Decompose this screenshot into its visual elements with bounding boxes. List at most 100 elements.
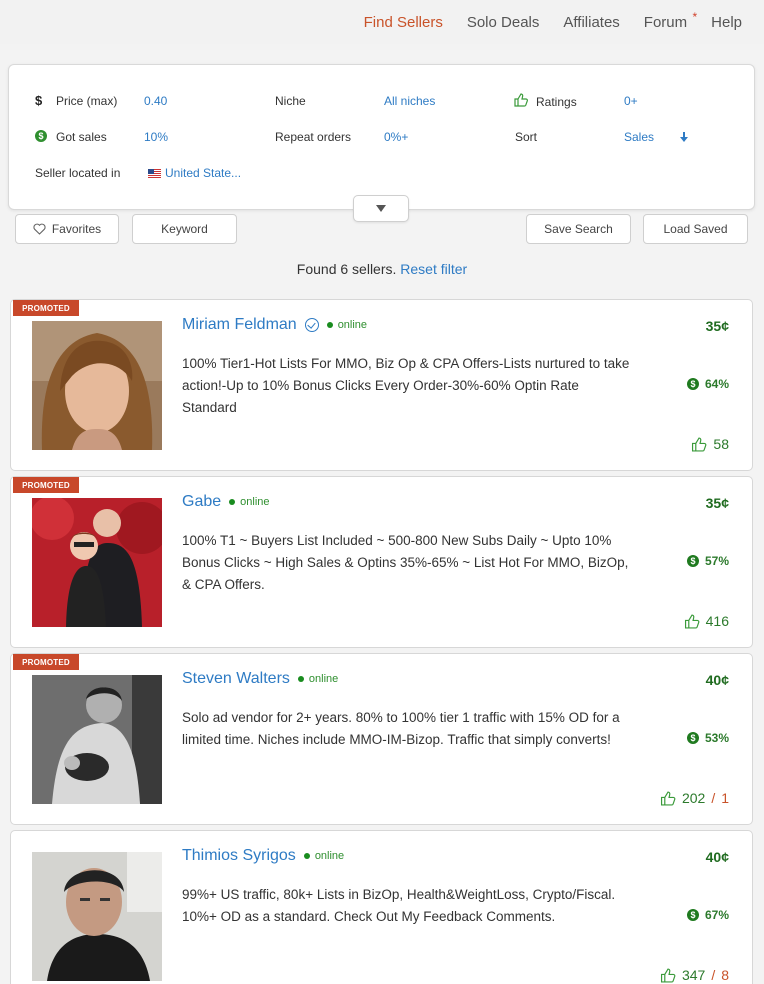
likes-count: 58: [713, 436, 729, 452]
keyword-label: Keyword: [161, 222, 208, 236]
results-summary: Found 6 sellers. Reset filter: [0, 261, 764, 277]
nav-find-sellers[interactable]: Find Sellers: [364, 14, 443, 31]
dollar-circle-icon: $: [686, 378, 699, 390]
seller-sales: $67%: [686, 908, 729, 922]
seller-description: 100% T1 ~ Buyers List Included ~ 500-800…: [182, 533, 629, 592]
niche-label: Niche: [275, 94, 306, 108]
rating-separator: /: [711, 790, 716, 806]
rating-separator: /: [711, 967, 716, 983]
sort-value[interactable]: Sales: [624, 130, 654, 144]
seller-header: Miriam Feldman online: [182, 316, 367, 334]
nav-forum-label: Forum: [643, 13, 688, 31]
dollar-circle-icon: $: [686, 909, 699, 921]
seller-description: 100% Tier1-Hot Lists For MMO, Biz Op & C…: [182, 356, 630, 415]
reset-filter-link[interactable]: Reset filter: [400, 261, 467, 277]
favorites-label: Favorites: [51, 222, 102, 236]
nav-solo-deals[interactable]: Solo Deals: [467, 14, 540, 31]
us-flag-icon: [148, 169, 161, 178]
seller-sales: $64%: [686, 377, 729, 391]
thumbs-up-icon: [660, 967, 676, 983]
heart-icon: [33, 223, 46, 235]
seller-price: 35¢: [705, 318, 729, 334]
sales-percent: 57%: [704, 554, 729, 568]
save-search-button[interactable]: Save Search: [526, 214, 631, 244]
repeat-orders-label: Repeat orders: [275, 130, 352, 144]
seller-photo[interactable]: [32, 852, 162, 981]
sales-percent: 64%: [704, 377, 729, 391]
thumbs-up-icon: [684, 613, 700, 629]
niche-value[interactable]: All niches: [384, 94, 435, 108]
seller-photo[interactable]: [32, 321, 162, 450]
online-status: online: [304, 850, 344, 862]
save-search-label: Save Search: [544, 222, 613, 236]
seller-sales: $53%: [686, 731, 729, 745]
seller-price: 40¢: [705, 672, 729, 688]
got-sales-label: Got sales: [56, 130, 107, 144]
location-text: United State...: [165, 166, 242, 180]
likes-count: 416: [705, 613, 729, 629]
seller-price: 35¢: [705, 495, 729, 511]
sort-direction-icon[interactable]: [679, 131, 689, 143]
likes-count: 347: [681, 967, 706, 983]
dollar-icon: $: [35, 93, 43, 108]
seller-name[interactable]: Thimios Syrigos: [182, 847, 296, 865]
sales-percent: 67%: [704, 908, 729, 922]
online-status: online: [327, 319, 367, 331]
seller-price: 40¢: [705, 849, 729, 865]
dislikes-count: 1: [721, 790, 729, 806]
seller-rating: 347 / 8: [660, 967, 729, 983]
promoted-badge: PROMOTED: [13, 477, 79, 493]
keyword-button[interactable]: Keyword: [132, 214, 237, 244]
seller-rating: 202 / 1: [660, 790, 729, 806]
seller-card[interactable]: PROMOTED Steven Walters online Solo ad v…: [10, 653, 753, 825]
location-value[interactable]: United State...: [148, 166, 241, 180]
dislikes-count: 8: [721, 967, 729, 983]
sales-percent: 53%: [704, 731, 729, 745]
seller-description: 99%+ US traffic, 80k+ Lists in BizOp, He…: [182, 887, 616, 924]
favorites-button[interactable]: Favorites: [15, 214, 119, 244]
seller-card[interactable]: PROMOTED Gabe online 100% T1 ~ Buyers Li…: [10, 476, 753, 648]
repeat-orders-value[interactable]: 0%+: [384, 130, 408, 144]
load-saved-label: Load Saved: [663, 222, 728, 236]
thumbs-up-icon: [692, 436, 707, 452]
verified-icon: [304, 318, 319, 332]
expand-filters-button[interactable]: [353, 195, 409, 222]
likes-count: 202: [681, 790, 706, 806]
seller-name[interactable]: Gabe: [182, 493, 221, 511]
seller-description: Solo ad vendor for 2+ years. 80% to 100%…: [182, 710, 620, 747]
seller-name[interactable]: Miriam Feldman: [182, 316, 297, 334]
seller-card[interactable]: Thimios Syrigos online 99%+ US traffic, …: [10, 830, 753, 984]
found-count: Found 6 sellers.: [296, 261, 397, 277]
nav-forum[interactable]: Forum *: [643, 10, 697, 31]
online-status: online: [298, 673, 338, 685]
dollar-circle-icon: $: [686, 555, 699, 567]
promoted-badge: PROMOTED: [13, 300, 79, 316]
seller-header: Thimios Syrigos online: [182, 847, 344, 865]
price-value[interactable]: 0.40: [144, 94, 167, 108]
seller-photo[interactable]: [32, 498, 162, 627]
got-sales-value[interactable]: 10%: [144, 130, 168, 144]
seller-header: Gabe online: [182, 493, 270, 511]
forum-notification-badge: *: [692, 9, 698, 24]
thumbs-up-icon: [660, 790, 676, 806]
seller-photo[interactable]: [32, 675, 162, 804]
location-label: Seller located in: [35, 166, 121, 180]
load-saved-button[interactable]: Load Saved: [643, 214, 748, 244]
thumbs-up-icon: [514, 93, 528, 107]
sales-dollar-icon: $: [35, 130, 47, 142]
nav-affiliates[interactable]: Affiliates: [563, 14, 619, 31]
seller-card[interactable]: PROMOTED Miriam Feldman online 100% Tier…: [10, 299, 753, 471]
ratings-value[interactable]: 0+: [624, 94, 638, 108]
dollar-circle-icon: $: [686, 732, 699, 744]
promoted-badge: PROMOTED: [13, 654, 79, 670]
seller-header: Steven Walters online: [182, 670, 338, 688]
sort-label: Sort: [515, 130, 538, 144]
filter-panel: $ Price (max) 0.40 Niche All niches Rati…: [8, 64, 755, 210]
nav-help[interactable]: Help: [711, 14, 742, 31]
seller-name[interactable]: Steven Walters: [182, 670, 290, 688]
seller-sales: $57%: [686, 554, 729, 568]
seller-rating: 416: [684, 613, 729, 629]
ratings-label: Ratings: [536, 95, 577, 109]
online-status: online: [229, 496, 269, 508]
top-nav: Find Sellers Solo Deals Affiliates Forum…: [0, 0, 764, 44]
